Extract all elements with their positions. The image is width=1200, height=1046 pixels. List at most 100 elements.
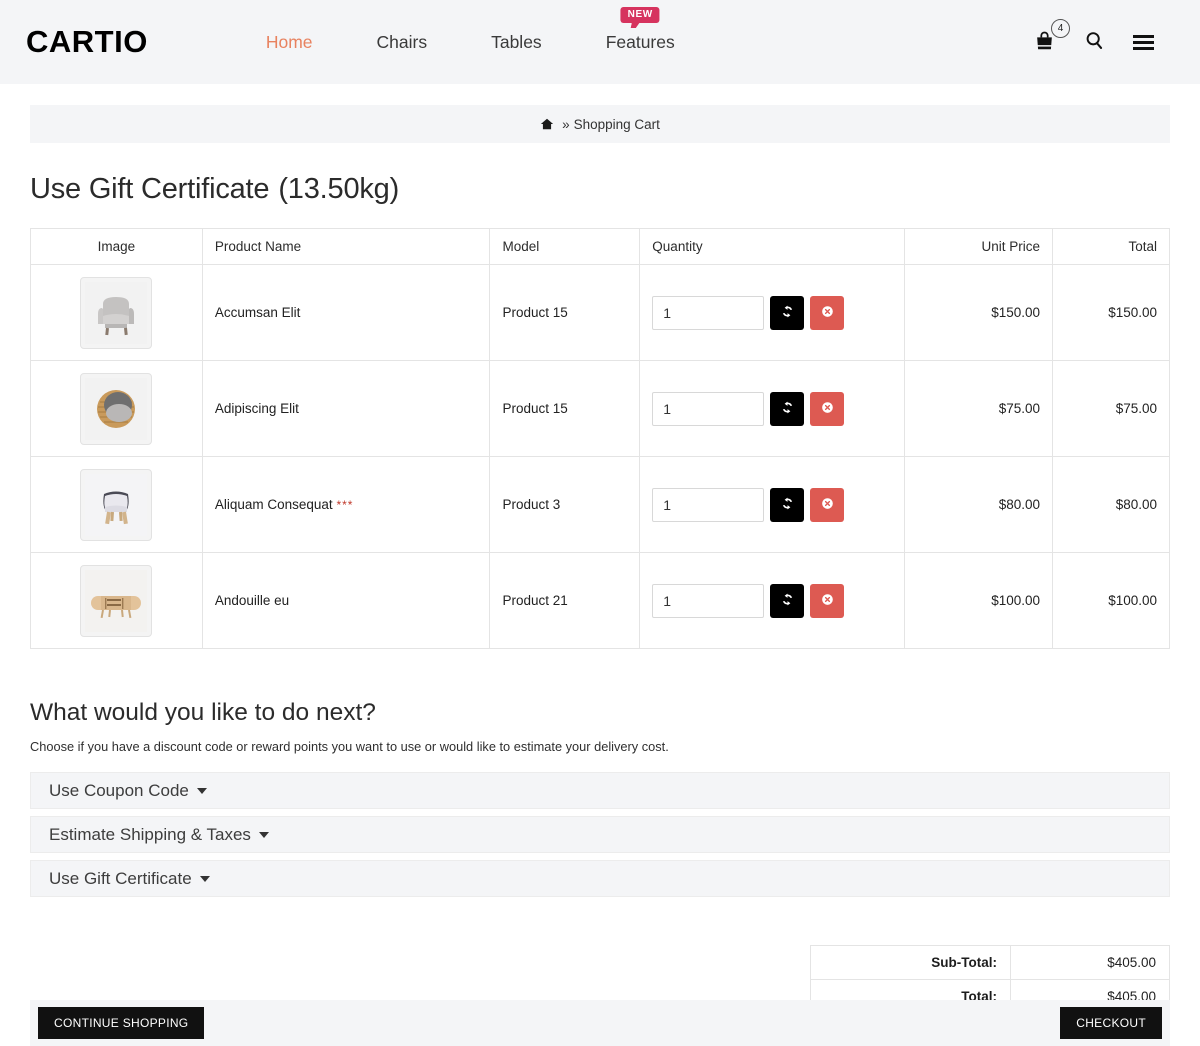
totals-value-subtotal: $405.00	[1010, 945, 1170, 980]
refresh-icon	[780, 496, 795, 514]
menu-button[interactable]	[1133, 34, 1154, 50]
update-quantity-button[interactable]	[770, 583, 805, 618]
remove-item-button[interactable]	[810, 583, 845, 618]
product-name-link[interactable]: Accumsan Elit	[215, 305, 301, 320]
cell-product-name: Accumsan Elit	[201, 264, 491, 361]
table-row: Adipiscing Elit Product 15 1 $75.00 $75.…	[30, 360, 1170, 457]
breadcrumb-separator: »	[562, 116, 570, 132]
quantity-input[interactable]	[652, 583, 765, 618]
column-header-model: Model	[489, 228, 641, 265]
quantity-group	[652, 295, 892, 330]
quantity-group	[652, 583, 892, 618]
product-name-link[interactable]: Adipiscing Elit	[215, 401, 299, 416]
cart-table: Image Product Name Model Quantity Unit P…	[30, 228, 1170, 649]
table-row: Accumsan Elit Product 15 1 $150.00 $150.…	[30, 264, 1170, 361]
chevron-down-icon	[258, 831, 269, 838]
column-header-quantity: Quantity	[639, 228, 906, 265]
next-section-heading: What would you like to do next?	[30, 699, 376, 726]
cell-total: $100.00	[1052, 552, 1170, 649]
cell-product-name: Adipiscing Elit	[201, 360, 491, 457]
quantity-group	[652, 487, 892, 522]
accordion-estimate-shipping-taxes[interactable]: Estimate Shipping & Taxes	[30, 816, 1170, 853]
header-tools: 4	[1033, 18, 1174, 55]
required-mark: ***	[336, 498, 354, 512]
cell-total: $80.00	[1052, 456, 1170, 553]
update-quantity-button[interactable]	[770, 391, 805, 426]
cell-product-name: Andouille eu	[201, 552, 491, 649]
nav-item-tables[interactable]: Tables	[459, 32, 574, 53]
remove-item-button[interactable]	[810, 295, 845, 330]
white-tub-chair-thumbnail[interactable]	[80, 468, 153, 541]
search-button[interactable]	[1084, 30, 1105, 54]
cart-table-header: Image Product Name Model Quantity Unit P…	[30, 228, 1170, 265]
cell-image	[30, 456, 203, 553]
cell-image	[30, 552, 203, 649]
accordion-label: Use Gift Certificate	[49, 868, 192, 888]
remove-item-button[interactable]	[810, 487, 845, 522]
hamburger-menu-icon	[1133, 34, 1154, 50]
nav-item-home[interactable]: Home	[234, 32, 345, 53]
cell-image	[30, 360, 203, 457]
nav-item-features-label: Features	[605, 31, 675, 52]
accordion-label: Estimate Shipping & Taxes	[49, 824, 251, 844]
remove-circle-icon	[820, 592, 835, 610]
cell-total: $75.00	[1052, 360, 1170, 457]
wooden-sideboard-thumbnail[interactable]	[80, 564, 153, 637]
continue-shopping-button[interactable]: CONTINUE SHOPPING	[38, 1007, 205, 1039]
armchair-grey-thumbnail[interactable]	[80, 276, 153, 349]
remove-item-button[interactable]	[810, 391, 845, 426]
column-header-image: Image	[30, 228, 203, 265]
cell-total: $150.00	[1052, 264, 1170, 361]
cell-model: Product 15	[489, 360, 641, 457]
next-section-subtext: Choose if you have a discount code or re…	[30, 739, 669, 754]
home-icon[interactable]	[540, 117, 554, 131]
accordion-list: Use Coupon Code Estimate Shipping & Taxe…	[30, 772, 1170, 897]
refresh-icon	[780, 400, 795, 418]
round-wicker-chair-thumbnail[interactable]	[80, 372, 153, 445]
cell-unit-price: $80.00	[904, 456, 1054, 553]
nav-item-chairs[interactable]: Chairs	[345, 32, 460, 53]
table-header-row: Image Product Name Model Quantity Unit P…	[30, 228, 1170, 265]
site-header: CARTIO Home Chairs Tables NEW Features 4	[0, 0, 1200, 84]
nav-item-features[interactable]: NEW Features	[574, 6, 707, 53]
cart-table-body: Accumsan Elit Product 15 1 $150.00 $150.…	[30, 264, 1170, 649]
product-name-link[interactable]: Andouille eu	[215, 593, 289, 608]
update-quantity-button[interactable]	[770, 295, 805, 330]
quantity-group	[652, 391, 892, 426]
breadcrumb-current: Shopping Cart	[573, 116, 660, 132]
chevron-down-icon	[199, 875, 210, 882]
accordion-label: Use Coupon Code	[49, 780, 189, 800]
refresh-icon	[780, 304, 795, 322]
checkout-button[interactable]: CHECKOUT	[1060, 1007, 1162, 1039]
new-badge: NEW	[620, 6, 660, 23]
cell-quantity	[639, 264, 906, 361]
cell-unit-price: $150.00	[904, 264, 1054, 361]
brand-logo[interactable]: CARTIO	[26, 24, 148, 60]
column-header-unit-price: Unit Price	[904, 228, 1054, 265]
action-bar: CONTINUE SHOPPING CHECKOUT	[30, 1000, 1170, 1046]
remove-circle-icon	[820, 400, 835, 418]
column-header-product-name: Product Name	[201, 228, 491, 265]
cell-unit-price: $75.00	[904, 360, 1054, 457]
cart-button[interactable]: 4	[1033, 18, 1070, 55]
cell-model: Product 3	[489, 456, 641, 553]
breadcrumb: » Shopping Cart	[30, 105, 1170, 143]
cell-quantity	[639, 552, 906, 649]
page-title-text: Use Gift Certificate	[30, 173, 270, 205]
accordion-use-coupon-code[interactable]: Use Coupon Code	[30, 772, 1170, 809]
column-header-total: Total	[1052, 228, 1170, 265]
cart-count-badge: 4	[1051, 18, 1070, 38]
quantity-input[interactable]	[652, 487, 765, 522]
chevron-down-icon	[196, 787, 207, 794]
quantity-input[interactable]	[652, 295, 765, 330]
table-row: Andouille eu Product 21 1 $100.00 $100.0…	[30, 552, 1170, 649]
quantity-input[interactable]	[652, 391, 765, 426]
cell-quantity	[639, 360, 906, 457]
page-title-weight: (13.50kg)	[278, 173, 400, 205]
update-quantity-button[interactable]	[770, 487, 805, 522]
accordion-use-gift-certificate[interactable]: Use Gift Certificate	[30, 860, 1170, 897]
table-row: Aliquam Consequat *** Product 3 1 $80.00…	[30, 456, 1170, 553]
page-title: Use Gift Certificate (13.50kg)	[30, 173, 1170, 206]
product-name-link[interactable]: Aliquam Consequat	[215, 497, 333, 512]
search-icon	[1084, 30, 1105, 54]
